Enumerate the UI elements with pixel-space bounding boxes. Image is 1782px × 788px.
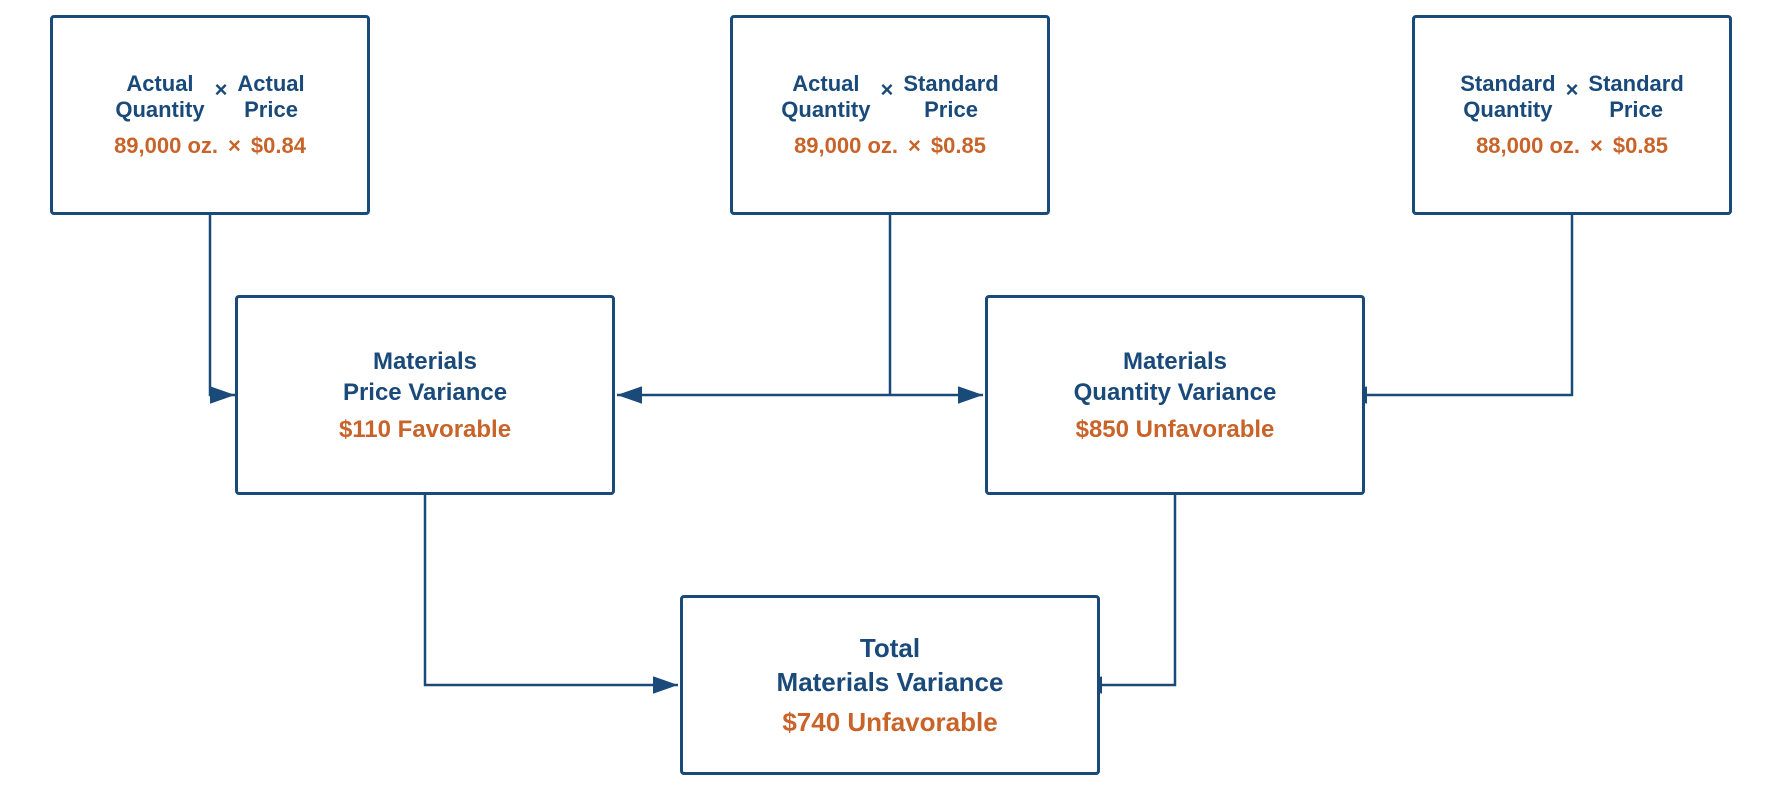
top-middle-value1: 89,000 oz. <box>794 133 898 159</box>
tmv-title: TotalMaterials Variance <box>777 632 1004 700</box>
top-left-title2: Actual Price <box>237 71 304 124</box>
top-middle-title2: Standard Price <box>903 71 998 124</box>
mqv-value: $850 Unfavorable <box>1076 416 1275 444</box>
top-right-op1: × <box>1566 77 1579 103</box>
top-left-op2: × <box>228 133 241 159</box>
top-middle-box: Actual Quantity × Standard Price 89,000 … <box>730 15 1050 215</box>
diagram: Actual Quantity × Actual Price 89,000 oz… <box>0 0 1782 788</box>
top-left-title1: Actual Quantity <box>115 71 204 124</box>
tmv-value: $740 Unfavorable <box>782 707 997 738</box>
top-left-value2: $0.84 <box>251 133 306 159</box>
top-right-value2: $0.85 <box>1613 133 1668 159</box>
materials-quantity-variance-box: MaterialsQuantity Variance $850 Unfavora… <box>985 295 1365 495</box>
total-materials-variance-box: TotalMaterials Variance $740 Unfavorable <box>680 595 1100 775</box>
top-middle-op1: × <box>881 77 894 103</box>
top-right-title1: Standard Quantity <box>1460 71 1555 124</box>
top-right-box: Standard Quantity × Standard Price 88,00… <box>1412 15 1732 215</box>
top-right-value1: 88,000 oz. <box>1476 133 1580 159</box>
materials-price-variance-box: MaterialsPrice Variance $110 Favorable <box>235 295 615 495</box>
top-left-box: Actual Quantity × Actual Price 89,000 oz… <box>50 15 370 215</box>
mpv-value: $110 Favorable <box>339 416 511 444</box>
top-left-value1: 89,000 oz. <box>114 133 218 159</box>
mpv-title: MaterialsPrice Variance <box>343 346 507 408</box>
top-right-title2: Standard Price <box>1588 71 1683 124</box>
top-left-op1: × <box>215 77 228 103</box>
top-right-op2: × <box>1590 133 1603 159</box>
top-middle-op2: × <box>908 133 921 159</box>
mqv-title: MaterialsQuantity Variance <box>1074 346 1277 408</box>
top-middle-title1: Actual Quantity <box>781 71 870 124</box>
top-middle-value2: $0.85 <box>931 133 986 159</box>
